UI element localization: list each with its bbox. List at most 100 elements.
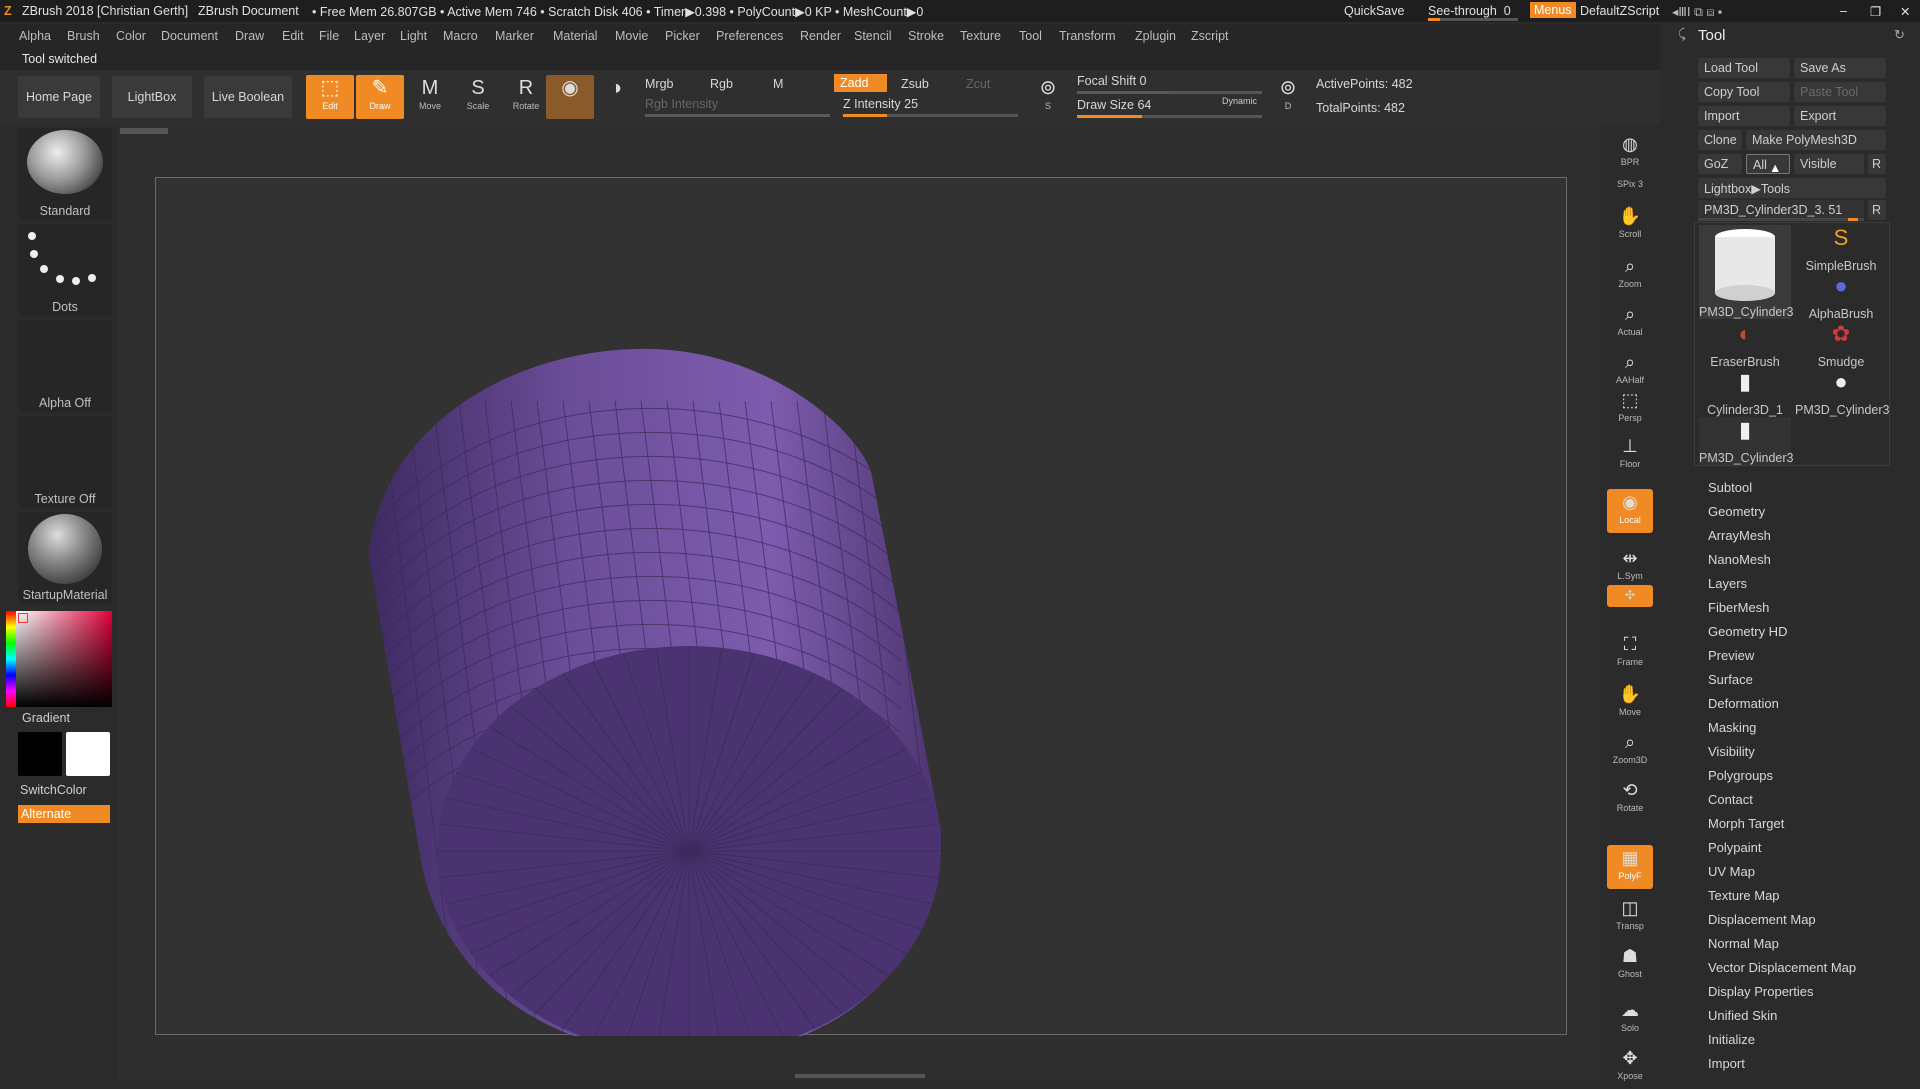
lsym-button[interactable]: ⇹ L.Sym <box>1607 545 1653 589</box>
rotate3d-button[interactable]: ⟲ Rotate <box>1607 777 1653 821</box>
dynamic-button[interactable]: Dynamic <box>1222 96 1257 106</box>
menu-alpha[interactable]: Alpha <box>19 29 51 43</box>
zcut-button[interactable]: Zcut <box>966 77 990 91</box>
menu-brush[interactable]: Brush <box>67 29 100 43</box>
hue-strip[interactable] <box>6 611 16 707</box>
goz-r-button[interactable]: R <box>1868 154 1886 174</box>
see-through-slider[interactable]: See-through 0 <box>1428 4 1511 18</box>
panel-refresh-icon[interactable]: ↻ <box>1894 27 1905 43</box>
section-morph-target[interactable]: Morph Target <box>1708 816 1784 831</box>
document-canvas[interactable] <box>155 177 1568 1056</box>
section-geometry[interactable]: Geometry <box>1708 504 1765 519</box>
menu-transform[interactable]: Transform <box>1059 29 1116 43</box>
current-tool-track[interactable] <box>1698 218 1864 221</box>
see-through-track[interactable] <box>1428 18 1518 21</box>
floor-button[interactable]: ⊥ Floor <box>1607 433 1653 477</box>
draw-size-slider[interactable]: Draw Size 64 <box>1077 98 1151 112</box>
switch-color-button[interactable]: SwitchColor <box>20 783 87 797</box>
xpose-button[interactable]: ✥ Xpose <box>1607 1045 1653 1089</box>
primary-color-swatch[interactable] <box>66 732 110 776</box>
tool-thumb-simplebrush[interactable]: S SimpleBrush <box>1795 225 1887 273</box>
section-displacement-map[interactable]: Displacement Map <box>1708 912 1816 927</box>
section-initialize[interactable]: Initialize <box>1708 1032 1755 1047</box>
menu-edit[interactable]: Edit <box>282 29 304 43</box>
color-cursor[interactable] <box>18 613 28 623</box>
default-zscript[interactable]: DefaultZScript <box>1580 4 1659 18</box>
live-boolean-button[interactable]: Live Boolean <box>204 76 292 118</box>
goz-visible-button[interactable]: Visible <box>1794 154 1864 174</box>
focal-shift-slider[interactable]: Focal Shift 0 <box>1077 74 1147 88</box>
zsub-button[interactable]: Zsub <box>901 77 929 91</box>
sculpt-mode-button[interactable]: ◉ <box>546 75 594 119</box>
rgb-intensity-track[interactable] <box>645 114 830 117</box>
section-nanomesh[interactable]: NanoMesh <box>1708 552 1771 567</box>
menu-color[interactable]: Color <box>116 29 146 43</box>
stroke-picker[interactable]: Dots <box>18 224 112 316</box>
section-geometry-hd[interactable]: Geometry HD <box>1708 624 1787 639</box>
z-intensity-slider[interactable]: Z Intensity 25 <box>843 97 918 111</box>
section-display-properties[interactable]: Display Properties <box>1708 984 1814 999</box>
section-deformation[interactable]: Deformation <box>1708 696 1779 711</box>
texture-picker[interactable]: Texture Off <box>18 416 112 508</box>
spix-button[interactable]: SPix 3 <box>1607 179 1653 199</box>
section-masking[interactable]: Masking <box>1708 720 1756 735</box>
goz-button[interactable]: GoZ <box>1698 154 1742 174</box>
rgb-intensity-slider[interactable]: Rgb Intensity <box>645 97 718 111</box>
minimize-icon[interactable]: – <box>1840 4 1847 18</box>
m-button[interactable]: M <box>773 77 783 91</box>
cylinder-mesh[interactable] <box>156 178 1568 1056</box>
section-layers[interactable]: Layers <box>1708 576 1747 591</box>
clone-button[interactable]: Clone <box>1698 130 1742 150</box>
scroll-button[interactable]: ✋ Scroll <box>1607 203 1653 247</box>
material-picker[interactable]: StartupMaterial <box>18 512 112 604</box>
menu-draw[interactable]: Draw <box>235 29 264 43</box>
scale-button[interactable]: S Scale <box>454 75 502 119</box>
quicksave-button[interactable]: QuickSave <box>1344 4 1404 18</box>
section-import[interactable]: Import <box>1708 1056 1745 1071</box>
restore-icon[interactable]: ❐ <box>1870 4 1881 19</box>
transp-button[interactable]: ◫ Transp <box>1607 895 1653 939</box>
section-polygroups[interactable]: Polygroups <box>1708 768 1773 783</box>
zoom-button[interactable]: ⌕ Zoom <box>1607 253 1653 297</box>
copy-tool-button[interactable]: Copy Tool <box>1698 82 1790 102</box>
load-tool-button[interactable]: Load Tool <box>1698 58 1790 78</box>
material-mode-button[interactable]: ◑ <box>592 75 640 119</box>
draw-button[interactable]: ✎ Draw <box>356 75 404 119</box>
ghost-button[interactable]: ☗ Ghost <box>1607 943 1653 987</box>
lightbox-button[interactable]: LightBox <box>112 76 192 118</box>
menu-file[interactable]: File <box>319 29 339 43</box>
canvas-scroll-handle[interactable] <box>120 128 168 134</box>
solo-button[interactable]: ☁ Solo <box>1607 997 1653 1041</box>
frame-button[interactable]: ⛶ Frame <box>1607 631 1653 675</box>
draw-size-track[interactable] <box>1077 115 1262 118</box>
z-intensity-track[interactable] <box>843 114 1018 117</box>
make-polymesh-button[interactable]: Make PolyMesh3D <box>1746 130 1886 150</box>
move3d-button[interactable]: ✋ Move <box>1607 681 1653 725</box>
section-polypaint[interactable]: Polypaint <box>1708 840 1761 855</box>
menu-zscript[interactable]: Zscript <box>1191 29 1229 43</box>
current-tool-slider[interactable]: PM3D_Cylinder3D_3. 51 <box>1698 200 1864 220</box>
alpha-picker[interactable]: Alpha Off <box>18 320 112 412</box>
import-button[interactable]: Import <box>1698 106 1790 126</box>
window-tools-icon[interactable]: ◂ⅢⅠ ⧉ ⧈ ▪ <box>1672 4 1722 20</box>
section-unified-skin[interactable]: Unified Skin <box>1708 1008 1777 1023</box>
tool-thumb-smudge[interactable]: ✿ Smudge <box>1795 321 1887 369</box>
section-normal-map[interactable]: Normal Map <box>1708 936 1779 951</box>
mrgb-button[interactable]: Mrgb <box>645 77 673 91</box>
zoom3d-button[interactable]: ⌕ Zoom3D <box>1607 729 1653 773</box>
section-arraymesh[interactable]: ArrayMesh <box>1708 528 1771 543</box>
edit-button[interactable]: ⬚ Edit <box>306 75 354 119</box>
section-visibility[interactable]: Visibility <box>1708 744 1755 759</box>
tool-thumb-cylinder3d-1[interactable]: ▮ Cylinder3D_1 <box>1699 369 1791 417</box>
home-page-button[interactable]: Home Page <box>18 76 100 118</box>
tool-thumb-alphabrush[interactable]: ● AlphaBrush <box>1795 273 1887 321</box>
menu-preferences[interactable]: Preferences <box>716 29 783 43</box>
persp-button[interactable]: ⬚ Persp <box>1607 387 1653 431</box>
paste-tool-button[interactable]: Paste Tool <box>1794 82 1886 102</box>
move-button[interactable]: M Move <box>406 75 454 119</box>
polyf-button[interactable]: ▦ PolyF <box>1607 845 1653 889</box>
menu-tool[interactable]: Tool <box>1019 29 1042 43</box>
gradient-label[interactable]: Gradient <box>22 711 70 725</box>
focal-d-button[interactable]: ⊚ D <box>1272 75 1304 119</box>
zadd-button[interactable]: Zadd <box>834 74 887 92</box>
